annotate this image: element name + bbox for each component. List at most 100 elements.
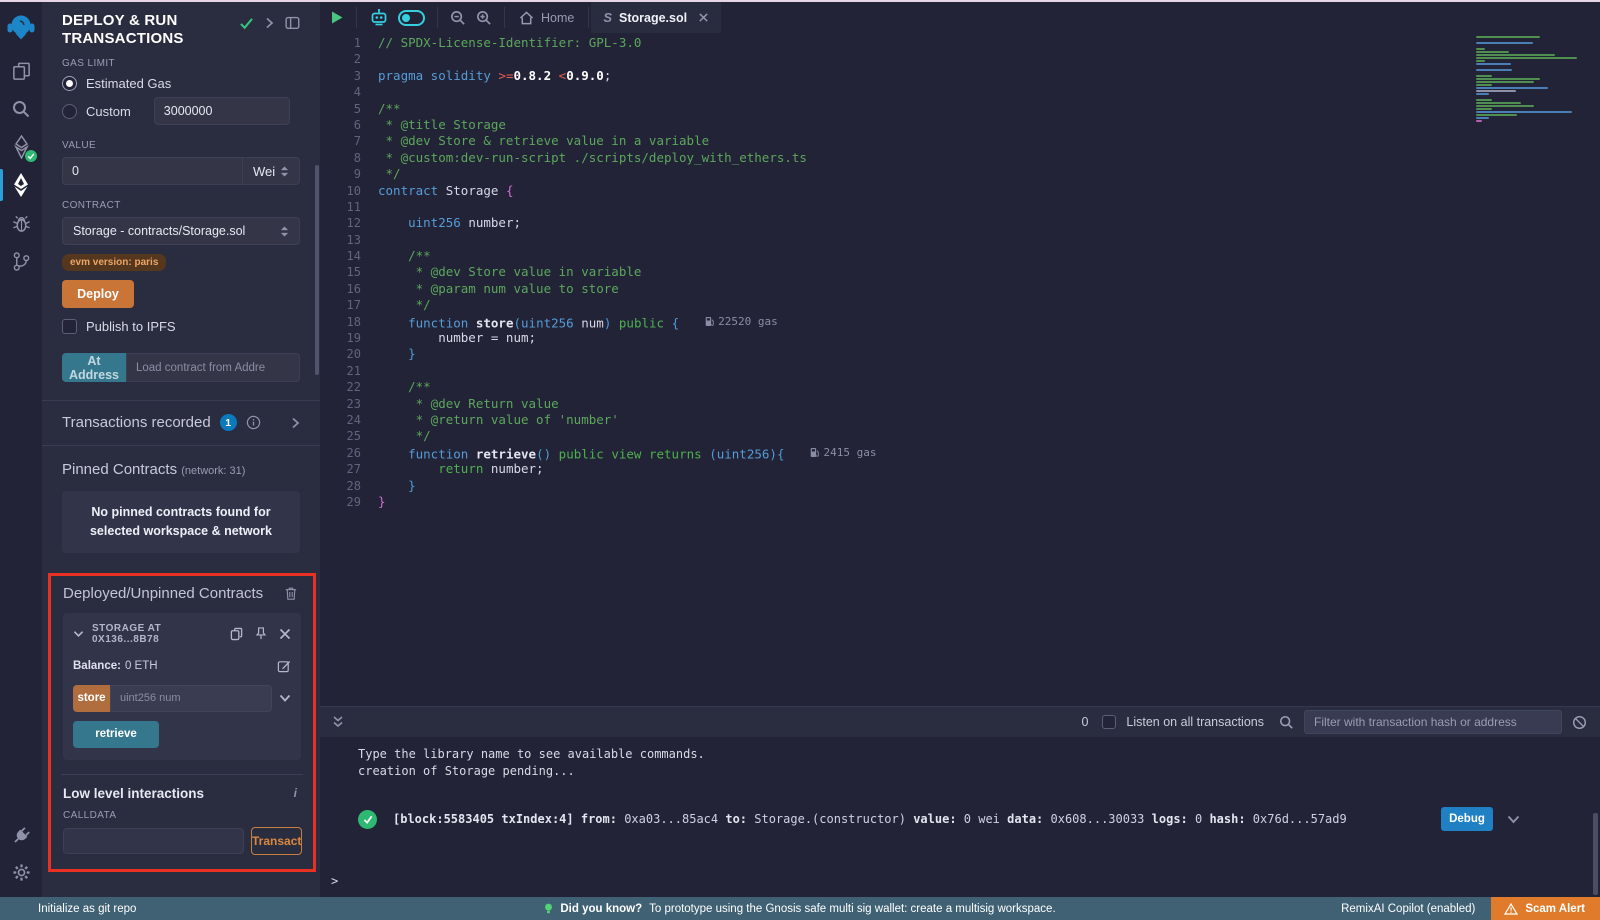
code-line[interactable]: 5/**: [320, 101, 1600, 117]
publish-ipfs-checkbox[interactable]: [62, 319, 77, 334]
at-address-input[interactable]: [126, 353, 300, 382]
transaction-log-row[interactable]: [block:5583405 txIndex:4] from: 0xa03...…: [320, 807, 1600, 831]
tab-home[interactable]: Home: [507, 2, 586, 33]
sidebar-item-solidity-compiler[interactable]: [0, 128, 42, 166]
deployed-contract-name[interactable]: STORAGE AT 0X136...8B78: [92, 623, 222, 645]
scam-alert-button[interactable]: Scam Alert: [1491, 897, 1600, 920]
sidebar-item-settings[interactable]: [0, 855, 42, 889]
code-line[interactable]: 20 }: [320, 346, 1600, 362]
code-line[interactable]: 2: [320, 51, 1600, 67]
sidebar-item-file-explorer[interactable]: [0, 52, 42, 90]
panel-scrollbar[interactable]: [315, 165, 319, 375]
contract-select[interactable]: Storage - contracts/Storage.sol: [62, 217, 300, 245]
retrieve-function-button[interactable]: retrieve: [73, 721, 159, 748]
remix-logo[interactable]: [0, 4, 42, 52]
value-unit-select[interactable]: Wei: [243, 157, 300, 185]
code-line[interactable]: 21: [320, 363, 1600, 379]
sidebar-item-deploy-run[interactable]: [0, 166, 42, 204]
code-line[interactable]: 7 * @dev Store & retrieve value in a var…: [320, 133, 1600, 149]
panel-forward-icon[interactable]: [265, 17, 274, 29]
pin-panel-icon[interactable]: [285, 16, 300, 30]
code-line[interactable]: 25 */: [320, 428, 1600, 444]
code-line[interactable]: 15 * @dev Store value in variable: [320, 264, 1600, 280]
code-line[interactable]: 10contract Storage {: [320, 183, 1600, 199]
sidebar-item-search[interactable]: [0, 90, 42, 128]
did-you-know-text: To prototype using the Gnosis safe multi…: [649, 903, 1056, 915]
collapse-chevron-icon[interactable]: [73, 630, 84, 638]
zoom-in-button[interactable]: [471, 2, 502, 33]
code-line[interactable]: 19 number = num;: [320, 330, 1600, 346]
code-line[interactable]: 17 */: [320, 297, 1600, 313]
contract-label: CONTRACT: [62, 200, 300, 211]
close-tab-icon[interactable]: [698, 12, 709, 23]
git-init-status[interactable]: Initialize as git repo: [0, 903, 136, 915]
transactions-recorded-row[interactable]: Transactions recorded 1: [62, 414, 300, 431]
code-line[interactable]: 28 }: [320, 478, 1600, 494]
run-script-button[interactable]: [320, 2, 354, 33]
trash-icon[interactable]: [285, 586, 297, 601]
lowlevel-info-icon[interactable]: i: [294, 786, 297, 800]
code-line[interactable]: 9 */: [320, 166, 1600, 182]
code-line[interactable]: 11: [320, 199, 1600, 215]
estimated-gas-radio[interactable]: [62, 76, 77, 91]
code-line[interactable]: 27 return number;: [320, 461, 1600, 477]
code-line[interactable]: 24 * @return value of 'number': [320, 412, 1600, 428]
custom-gas-radio[interactable]: [62, 104, 77, 119]
debug-button[interactable]: Debug: [1441, 807, 1493, 831]
custom-gas-option[interactable]: Custom: [62, 97, 300, 125]
editor-minimap[interactable]: [1476, 36, 1586, 123]
remove-contract-icon[interactable]: [279, 628, 291, 640]
code-line[interactable]: 29}: [320, 494, 1600, 510]
copilot-toggle[interactable]: [398, 10, 425, 26]
custom-gas-input[interactable]: [154, 97, 290, 125]
listen-all-checkbox[interactable]: [1102, 715, 1116, 729]
pin-contract-icon[interactable]: [255, 626, 267, 641]
code-editor[interactable]: 1// SPDX-License-Identifier: GPL-3.023pr…: [320, 33, 1600, 706]
code-line[interactable]: 8 * @custom:dev-run-script ./scripts/dep…: [320, 150, 1600, 166]
code-line[interactable]: 23 * @dev Return value: [320, 396, 1600, 412]
terminal-filter-input[interactable]: [1304, 710, 1562, 734]
sidebar-item-debugger[interactable]: [0, 204, 42, 242]
estimated-gas-option[interactable]: Estimated Gas: [62, 76, 300, 91]
terminal-prompt[interactable]: >: [331, 874, 338, 888]
code-line[interactable]: 1// SPDX-License-Identifier: GPL-3.0: [320, 35, 1600, 51]
sidebar-item-git[interactable]: [0, 242, 42, 280]
store-function-button[interactable]: store: [73, 685, 110, 712]
terminal-output[interactable]: Type the library name to see available c…: [320, 737, 1600, 897]
code-line[interactable]: 18 function store(uint256 num) public {2…: [320, 314, 1600, 330]
code-line[interactable]: 6 * @title Storage: [320, 117, 1600, 133]
value-input[interactable]: [62, 157, 243, 185]
code-line[interactable]: 13: [320, 232, 1600, 248]
code-line[interactable]: 14 /**: [320, 248, 1600, 264]
info-icon[interactable]: [246, 415, 261, 430]
copy-address-icon[interactable]: [230, 627, 243, 641]
terminal-scrollbar[interactable]: [1593, 813, 1598, 895]
calldata-input[interactable]: [63, 828, 244, 854]
gas-estimate: 2415 gas: [810, 445, 876, 461]
deploy-button[interactable]: Deploy: [62, 280, 134, 308]
sidebar-item-plugin-manager[interactable]: [0, 817, 42, 855]
store-param-input[interactable]: [110, 685, 272, 712]
expand-tx-icon[interactable]: [1507, 815, 1520, 824]
zoom-out-button[interactable]: [440, 2, 471, 33]
ai-copilot-button[interactable]: [359, 2, 435, 33]
chevron-right-icon[interactable]: [291, 417, 300, 429]
tab-storage-sol[interactable]: S Storage.sol: [591, 2, 721, 33]
line-number: 20: [320, 346, 378, 362]
copilot-status[interactable]: RemixAI Copilot (enabled): [1341, 903, 1475, 915]
clear-console-icon[interactable]: [1572, 715, 1587, 730]
publish-ipfs-option[interactable]: Publish to IPFS: [62, 319, 300, 334]
code-line[interactable]: 26 function retrieve() public view retur…: [320, 445, 1600, 461]
code-line[interactable]: 3pragma solidity >=0.8.2 <0.9.0;: [320, 68, 1600, 84]
code-line[interactable]: 16 * @param num value to store: [320, 281, 1600, 297]
code-line[interactable]: 4: [320, 84, 1600, 100]
expand-params-icon[interactable]: [279, 694, 291, 703]
code-line[interactable]: 12 uint256 number;: [320, 215, 1600, 231]
at-address-button[interactable]: At Address: [62, 353, 126, 382]
expand-terminal-icon[interactable]: [332, 715, 344, 729]
tab-storage-label: Storage.sol: [619, 11, 687, 25]
edit-balance-icon[interactable]: [277, 659, 291, 673]
code-line[interactable]: 22 /**: [320, 379, 1600, 395]
line-number: 29: [320, 494, 378, 510]
transact-button[interactable]: Transact: [251, 827, 302, 855]
